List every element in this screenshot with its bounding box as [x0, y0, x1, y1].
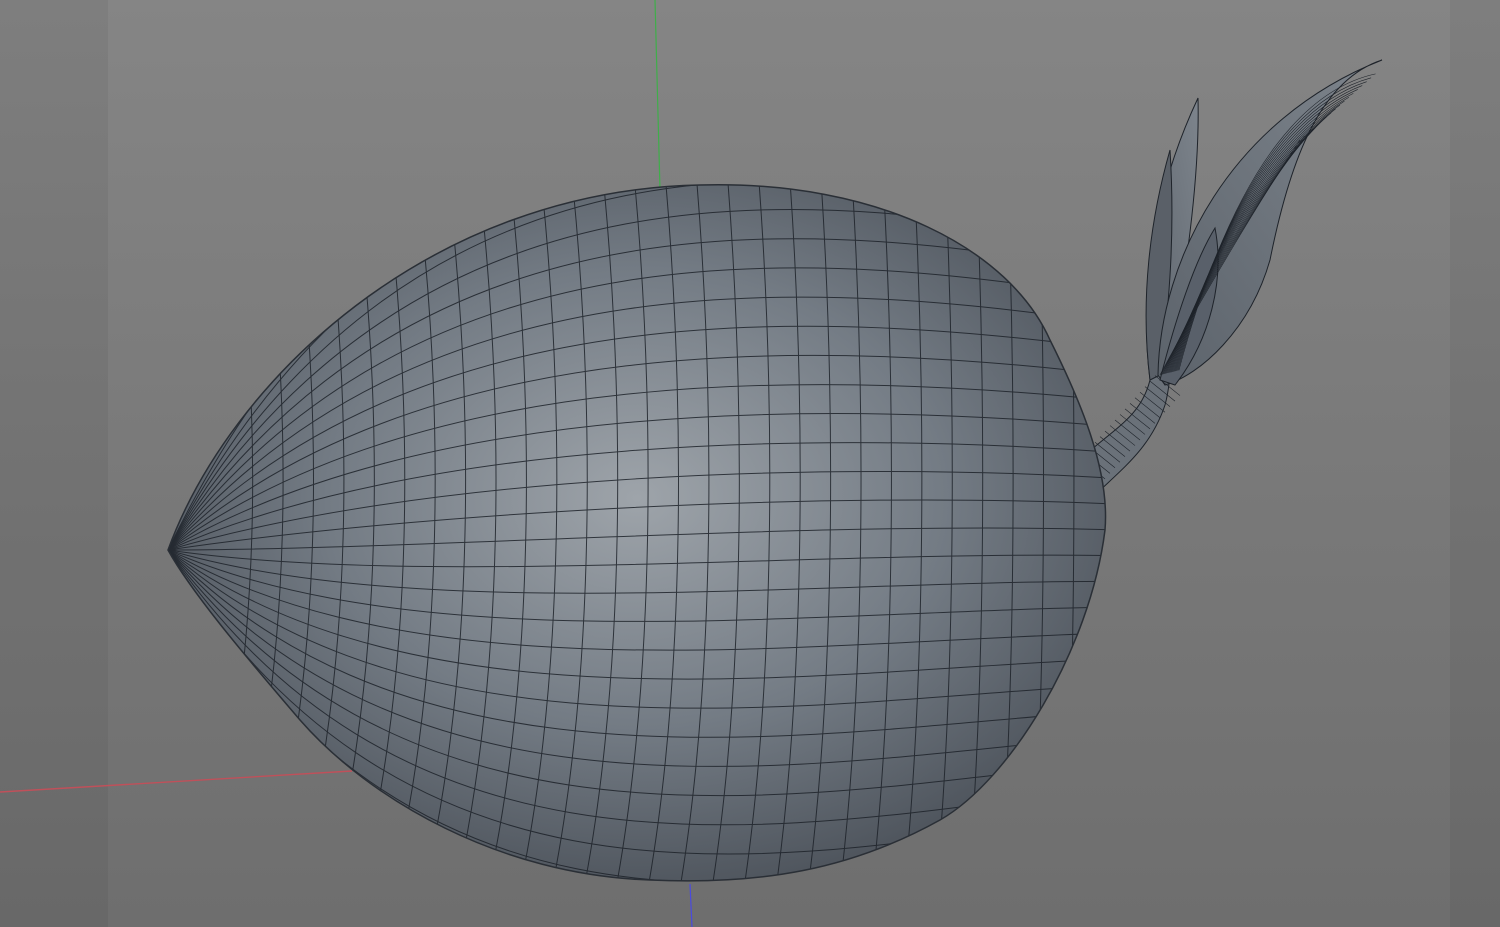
left-side-band: [0, 0, 108, 927]
viewport-canvas[interactable]: [0, 0, 1500, 927]
right-side-band: [1450, 0, 1500, 927]
3d-viewport[interactable]: [0, 0, 1500, 927]
